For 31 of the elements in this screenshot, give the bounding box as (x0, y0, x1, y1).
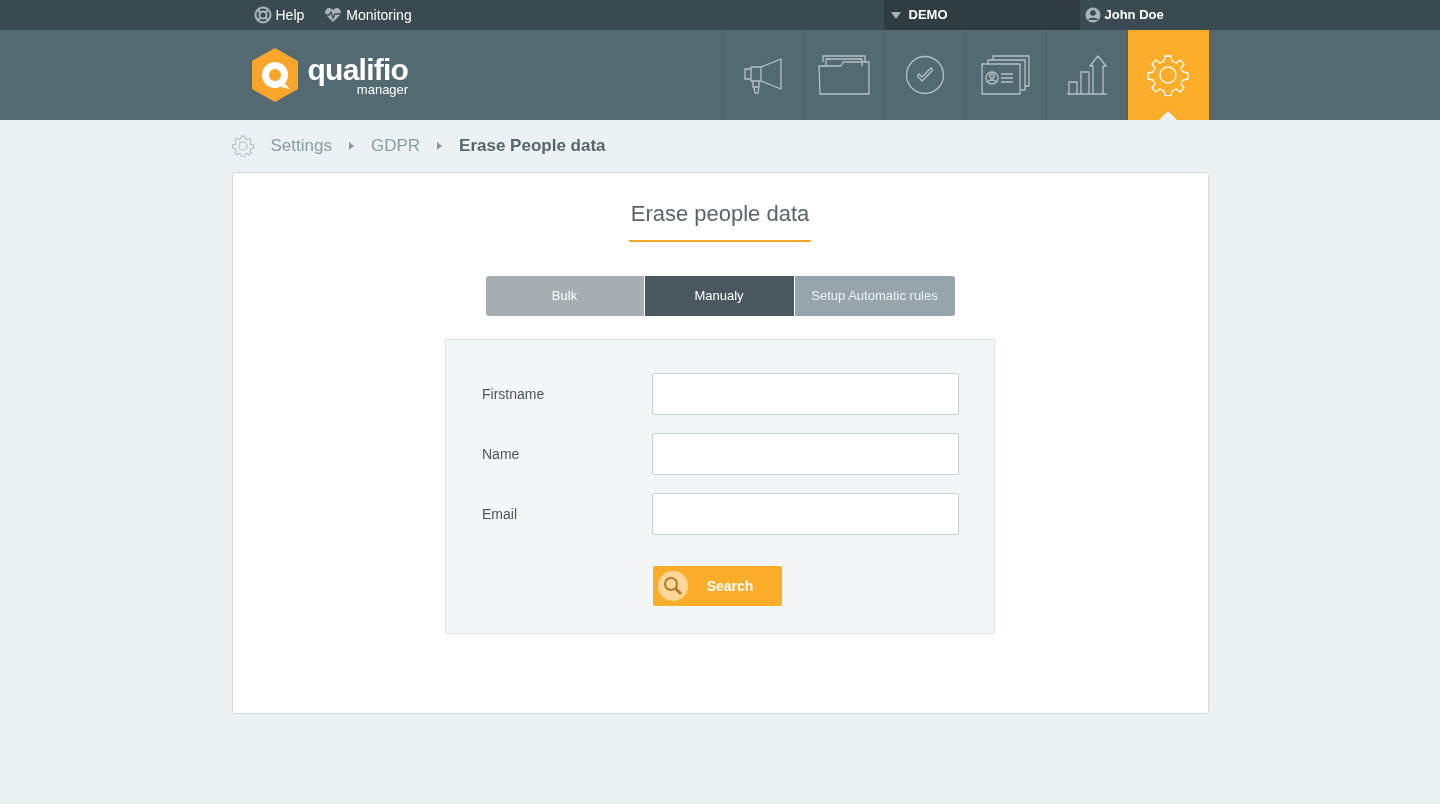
folder-icon (816, 54, 871, 96)
user-menu[interactable]: John Doe (1079, 0, 1209, 30)
logo-icon (249, 47, 300, 103)
bar-chart-icon (1064, 54, 1109, 96)
chevron-right-icon (437, 142, 443, 150)
lifebuoy-icon (253, 6, 272, 24)
logo-name: qualifio (307, 54, 409, 85)
settings-icon (1147, 54, 1189, 96)
heartbeat-icon (324, 7, 343, 23)
field-label: Name (481, 444, 521, 464)
user-icon (1084, 7, 1101, 23)
field-label: Firstname (481, 384, 546, 404)
input-field[interactable] (652, 373, 959, 415)
monitoring-link[interactable]: Monitoring (324, 4, 412, 26)
field-label: Email (481, 504, 518, 524)
search-icon (658, 571, 688, 601)
current-page-title: Erase People data (459, 135, 606, 158)
caret-icon (890, 11, 901, 19)
nav-tab[interactable] (1127, 30, 1209, 120)
id-cards-icon (980, 54, 1031, 96)
input-field[interactable] (652, 433, 959, 475)
help-link[interactable]: Help (253, 4, 305, 26)
account-dropdown[interactable]: DEMO (883, 0, 1080, 30)
page-title: Erase people data (628, 197, 812, 242)
check-circle-icon (904, 55, 945, 95)
settings-icon (231, 135, 254, 157)
tab[interactable]: Manualy (644, 276, 795, 316)
selection-pointer (1158, 111, 1177, 120)
input-field[interactable] (652, 493, 959, 535)
chevron-right-icon (348, 142, 354, 150)
logo-subtitle: manager (356, 82, 409, 96)
